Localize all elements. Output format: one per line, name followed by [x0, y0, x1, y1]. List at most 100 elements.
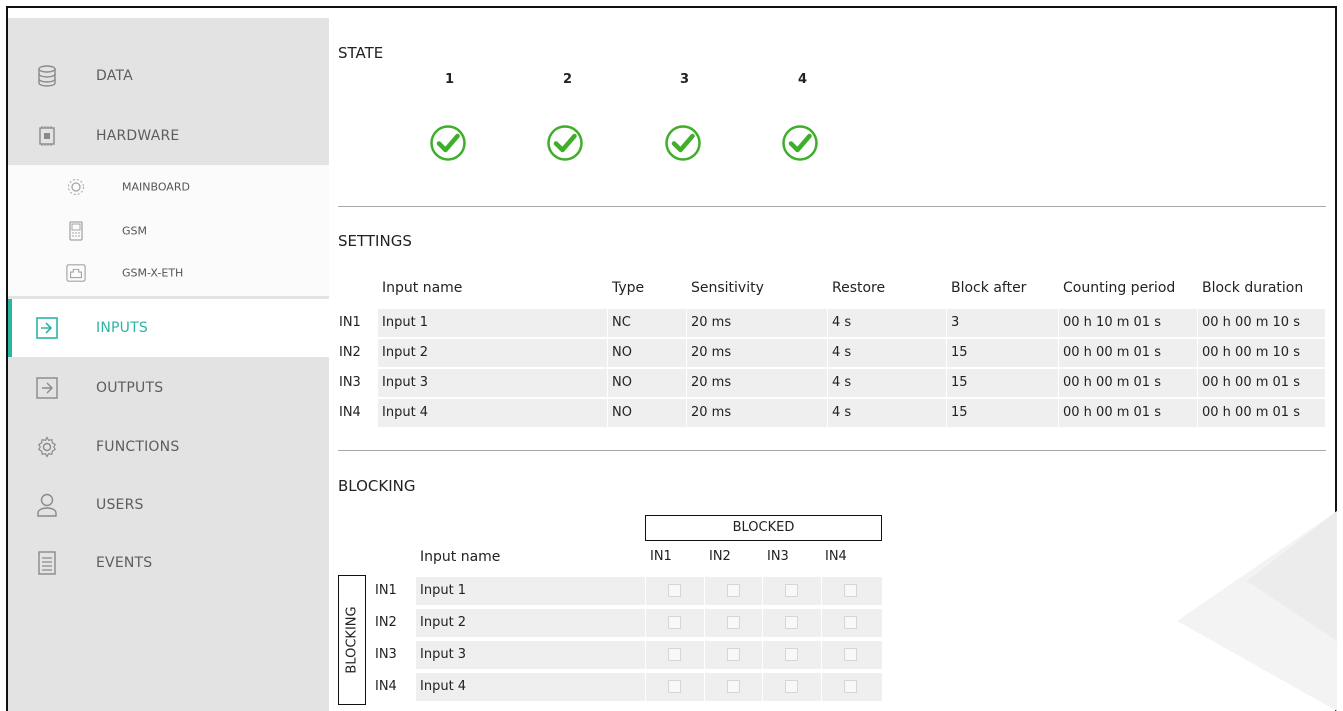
- sidebar: DATA HARDWARE MAINBOARD GSM GSM-X-ETH IN…: [8, 18, 329, 711]
- blocked-column-header: IN2: [709, 549, 731, 564]
- block-checkbox[interactable]: [727, 584, 740, 597]
- block-checkbox[interactable]: [727, 680, 740, 693]
- input-name-cell: Input 1: [420, 583, 467, 598]
- background-decoration: [1177, 511, 1337, 711]
- hardware-submenu: MAINBOARD GSM GSM-X-ETH: [8, 165, 329, 296]
- sidebar-subitem-label: MAINBOARD: [122, 180, 190, 193]
- sensitivity-cell[interactable]: 20 ms: [687, 398, 731, 427]
- sidebar-subitem-gsm[interactable]: GSM: [8, 209, 329, 252]
- counting-period-cell[interactable]: 00 h 10 m 01 s: [1059, 308, 1161, 337]
- sidebar-item-events[interactable]: EVENTS: [8, 534, 329, 592]
- ok-check-icon: [547, 125, 583, 161]
- block-checkbox[interactable]: [785, 584, 798, 597]
- sidebar-item-label: HARDWARE: [96, 128, 180, 144]
- row-separator: [416, 669, 882, 670]
- blocked-column-header: IN1: [650, 549, 672, 564]
- counting-period-cell[interactable]: 00 h 00 m 01 s: [1059, 368, 1161, 397]
- row-id: IN4: [339, 405, 361, 420]
- sensitivity-cell[interactable]: 20 ms: [687, 338, 731, 367]
- ok-check-icon: [430, 125, 466, 161]
- block-duration-cell[interactable]: 00 h 00 m 10 s: [1198, 338, 1300, 367]
- sidebar-item-functions[interactable]: FUNCTIONS: [8, 418, 329, 476]
- block-checkbox[interactable]: [668, 680, 681, 693]
- block-checkbox[interactable]: [668, 616, 681, 629]
- sidebar-item-data[interactable]: DATA: [8, 47, 329, 105]
- sidebar-item-hardware[interactable]: HARDWARE: [8, 107, 329, 165]
- row-background: [416, 641, 882, 669]
- blocked-column-header: IN3: [767, 549, 789, 564]
- type-cell[interactable]: NO: [608, 338, 632, 367]
- row-id: IN1: [375, 583, 397, 598]
- block-checkbox[interactable]: [785, 680, 798, 693]
- block-checkbox[interactable]: [844, 680, 857, 693]
- block-checkbox[interactable]: [844, 584, 857, 597]
- block-checkbox[interactable]: [668, 648, 681, 661]
- block-duration-cell[interactable]: 00 h 00 m 01 s: [1198, 398, 1300, 427]
- block-duration-cell[interactable]: 00 h 00 m 01 s: [1198, 368, 1300, 397]
- sidebar-subitem-gsm-x-eth[interactable]: GSM-X-ETH: [8, 251, 329, 294]
- restore-cell[interactable]: 4 s: [828, 398, 851, 427]
- blocked-column-header: IN4: [825, 549, 847, 564]
- chip-icon: [36, 125, 58, 147]
- block-checkbox[interactable]: [844, 648, 857, 661]
- sidebar-item-users[interactable]: USERS: [8, 476, 329, 534]
- database-icon: [36, 65, 58, 87]
- column-header: Counting period: [1063, 280, 1176, 296]
- block-checkbox[interactable]: [668, 584, 681, 597]
- input-name-cell[interactable]: Input 2: [378, 338, 428, 367]
- row-background: [416, 609, 882, 637]
- block-checkbox[interactable]: [844, 616, 857, 629]
- gear-icon: [36, 436, 58, 458]
- row-background: [416, 673, 882, 701]
- divider: [338, 206, 1326, 207]
- divider: [338, 450, 1326, 451]
- sidebar-item-inputs[interactable]: INPUTS: [8, 299, 329, 357]
- block-after-cell[interactable]: 15: [947, 338, 968, 367]
- row-background: [378, 339, 1325, 367]
- type-cell[interactable]: NO: [608, 398, 632, 427]
- block-checkbox[interactable]: [727, 616, 740, 629]
- input-name-cell[interactable]: Input 1: [378, 308, 428, 337]
- row-background: [378, 369, 1325, 397]
- column-header: Input name: [382, 280, 463, 296]
- blocking-side-label: BLOCKING: [344, 606, 360, 674]
- restore-cell[interactable]: 4 s: [828, 368, 851, 397]
- ethernet-icon: [66, 263, 86, 283]
- counting-period-cell[interactable]: 00 h 00 m 01 s: [1059, 338, 1161, 367]
- sidebar-subitem-label: GSM-X-ETH: [122, 266, 184, 279]
- block-checkbox[interactable]: [727, 648, 740, 661]
- block-checkbox[interactable]: [785, 648, 798, 661]
- state-section-title: STATE: [338, 44, 384, 62]
- column-separator: [821, 575, 822, 705]
- row-id: IN3: [375, 647, 397, 662]
- sidebar-subitem-mainboard[interactable]: MAINBOARD: [8, 165, 329, 208]
- user-icon: [36, 493, 58, 517]
- type-cell[interactable]: NO: [608, 368, 632, 397]
- sidebar-subitem-label: GSM: [122, 224, 147, 237]
- state-input-number: 4: [798, 72, 808, 87]
- column-separator: [762, 575, 763, 705]
- row-separator: [416, 637, 882, 638]
- restore-cell[interactable]: 4 s: [828, 338, 851, 367]
- blocked-header: BLOCKED: [645, 515, 882, 541]
- sensitivity-cell[interactable]: 20 ms: [687, 308, 731, 337]
- block-checkbox[interactable]: [785, 616, 798, 629]
- blocking-name-header: Input name: [420, 549, 501, 565]
- sidebar-item-outputs[interactable]: OUTPUTS: [8, 359, 329, 417]
- block-after-cell[interactable]: 15: [947, 398, 968, 427]
- input-name-cell[interactable]: Input 3: [378, 368, 428, 397]
- counting-period-cell[interactable]: 00 h 00 m 01 s: [1059, 398, 1161, 427]
- block-after-cell[interactable]: 3: [947, 308, 959, 337]
- row-id: IN1: [339, 315, 361, 330]
- column-header: Type: [612, 280, 645, 296]
- block-after-cell[interactable]: 15: [947, 368, 968, 397]
- sidebar-item-label: USERS: [96, 497, 144, 513]
- block-duration-cell[interactable]: 00 h 00 m 10 s: [1198, 308, 1300, 337]
- type-cell[interactable]: NC: [608, 308, 631, 337]
- column-separator: [645, 575, 646, 705]
- row-separator: [416, 605, 882, 606]
- sensitivity-cell[interactable]: 20 ms: [687, 368, 731, 397]
- column-header: Restore: [832, 280, 886, 296]
- restore-cell[interactable]: 4 s: [828, 308, 851, 337]
- input-name-cell[interactable]: Input 4: [378, 398, 428, 427]
